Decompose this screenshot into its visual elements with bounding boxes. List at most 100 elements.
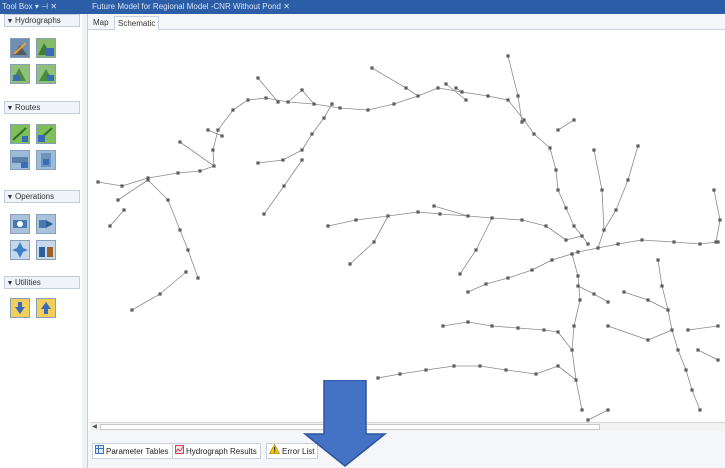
schematic-node[interactable]	[596, 246, 600, 250]
schematic-node[interactable]	[564, 238, 568, 242]
schematic-node[interactable]	[490, 324, 494, 328]
schematic-node[interactable]	[256, 76, 260, 80]
schematic-node[interactable]	[718, 218, 722, 222]
schematic-node[interactable]	[231, 108, 235, 112]
link-line[interactable]	[187, 249, 199, 279]
schematic-node[interactable]	[580, 408, 584, 412]
section-routes[interactable]: ▼ Routes	[4, 101, 80, 114]
schematic-node[interactable]	[198, 169, 202, 173]
schematic-node[interactable]	[520, 120, 524, 124]
link-line[interactable]	[491, 217, 523, 221]
link-line[interactable]	[671, 329, 679, 351]
schematic-node[interactable]	[166, 198, 170, 202]
schematic-node[interactable]	[542, 328, 546, 332]
link-line[interactable]	[615, 179, 629, 211]
schematic-node[interactable]	[466, 320, 470, 324]
schematic-node[interactable]	[572, 118, 576, 122]
schematic-node[interactable]	[684, 368, 688, 372]
link-line[interactable]	[661, 285, 669, 311]
link-line[interactable]	[263, 185, 285, 215]
link-line[interactable]	[479, 365, 507, 371]
link-line[interactable]	[657, 259, 663, 287]
schematic-node[interactable]	[444, 82, 448, 86]
schematic-node[interactable]	[196, 276, 200, 280]
link-line[interactable]	[691, 389, 701, 411]
schematic-node[interactable]	[438, 212, 442, 216]
schematic-node[interactable]	[220, 134, 224, 138]
link-line[interactable]	[647, 299, 669, 311]
schematic-node[interactable]	[626, 178, 630, 182]
schematic-node[interactable]	[506, 98, 510, 102]
schematic-node[interactable]	[211, 148, 215, 152]
link-line[interactable]	[373, 215, 389, 243]
link-line[interactable]	[287, 101, 315, 105]
link-line[interactable]	[647, 329, 673, 341]
schematic-node[interactable]	[520, 218, 524, 222]
link-line[interactable]	[177, 170, 201, 174]
link-line[interactable]	[601, 189, 605, 231]
link-line[interactable]	[147, 172, 179, 179]
schematic-node[interactable]	[636, 144, 640, 148]
link-line[interactable]	[121, 177, 149, 187]
schematic-node[interactable]	[576, 284, 580, 288]
link-line[interactable]	[623, 291, 649, 301]
schematic-node[interactable]	[366, 108, 370, 112]
link-line[interactable]	[377, 373, 401, 379]
schematic-node[interactable]	[622, 290, 626, 294]
link-line[interactable]	[577, 247, 599, 253]
link-line[interactable]	[507, 269, 533, 279]
link-line[interactable]	[571, 325, 575, 351]
schematic-node[interactable]	[416, 94, 420, 98]
schematic-node[interactable]	[676, 348, 680, 352]
schematic-node[interactable]	[474, 248, 478, 252]
schematic-node[interactable]	[592, 148, 596, 152]
schematic-node[interactable]	[300, 158, 304, 162]
schematic-node[interactable]	[548, 146, 552, 150]
schematic-node[interactable]	[348, 262, 352, 266]
schematic-node[interactable]	[404, 86, 408, 90]
schematic-node[interactable]	[670, 328, 674, 332]
hydrograph-tool-2-icon[interactable]	[36, 38, 56, 58]
schematic-node[interactable]	[660, 284, 664, 288]
schematic-node[interactable]	[578, 298, 582, 302]
link-line[interactable]	[627, 145, 639, 181]
schematic-node[interactable]	[698, 242, 702, 246]
link-line[interactable]	[232, 99, 249, 111]
schematic-node[interactable]	[416, 210, 420, 214]
schematic-node[interactable]	[646, 338, 650, 342]
schematic-node[interactable]	[386, 214, 390, 218]
schematic-node[interactable]	[672, 240, 676, 244]
link-line[interactable]	[607, 325, 649, 341]
schematic-node[interactable]	[586, 242, 590, 246]
link-line[interactable]	[715, 219, 721, 243]
schematic-node[interactable]	[556, 330, 560, 334]
schematic-node[interactable]	[96, 180, 100, 184]
schematic-node[interactable]	[246, 98, 250, 102]
link-line[interactable]	[521, 219, 547, 227]
schematic-node[interactable]	[432, 204, 436, 208]
link-line[interactable]	[147, 179, 169, 201]
tab-schematic[interactable]: Schematic	[114, 16, 160, 30]
schematic-node[interactable]	[300, 88, 304, 92]
link-line[interactable]	[557, 119, 575, 131]
link-line[interactable]	[551, 251, 579, 261]
link-line[interactable]	[687, 325, 719, 331]
link-line[interactable]	[549, 147, 557, 171]
operation-tool-3-icon[interactable]	[10, 240, 30, 260]
link-line[interactable]	[217, 109, 234, 131]
link-line[interactable]	[313, 103, 341, 109]
link-line[interactable]	[603, 209, 617, 231]
schematic-node[interactable]	[486, 94, 490, 98]
link-line[interactable]	[159, 271, 187, 295]
link-line[interactable]	[491, 325, 519, 329]
schematic-node[interactable]	[580, 234, 584, 238]
schematic-node[interactable]	[592, 292, 596, 296]
schematic-node[interactable]	[262, 212, 266, 216]
schematic-node[interactable]	[281, 158, 285, 162]
link-line[interactable]	[475, 217, 493, 251]
link-line[interactable]	[282, 149, 303, 161]
link-line[interactable]	[697, 349, 719, 361]
schematic-node[interactable]	[330, 102, 334, 106]
schematic-node[interactable]	[206, 128, 210, 132]
operation-tool-2-icon[interactable]	[36, 214, 56, 234]
